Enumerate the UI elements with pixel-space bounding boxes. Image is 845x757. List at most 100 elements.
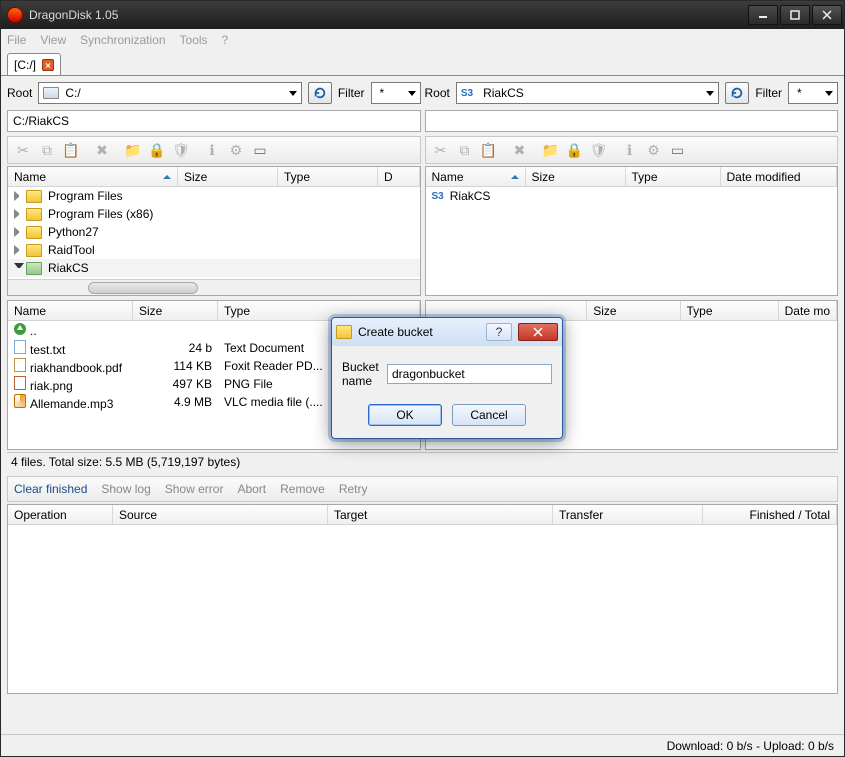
col-name[interactable]: Name <box>14 170 46 184</box>
fcol-type[interactable]: Type <box>224 304 250 318</box>
col-type[interactable]: Type <box>278 167 378 186</box>
app-icon <box>7 7 23 23</box>
expand-icon[interactable] <box>14 263 24 273</box>
folder-icon <box>26 226 42 239</box>
fcol-size[interactable]: Size <box>139 304 162 318</box>
tcol-finished[interactable]: Finished / Total <box>703 505 837 524</box>
show-error-button[interactable]: Show error <box>165 482 224 496</box>
folder-icon <box>26 208 42 221</box>
menu-file[interactable]: File <box>7 33 26 47</box>
col-type[interactable]: Type <box>626 167 721 186</box>
file-icon <box>14 358 26 372</box>
bucket-name-input[interactable] <box>387 364 552 384</box>
cut-icon[interactable]: ✂ <box>430 139 452 161</box>
filter-combo-left-value: * <box>376 86 408 100</box>
retry-button[interactable]: Retry <box>339 482 368 496</box>
tree-left: Name Size Type D Program FilesProgram Fi… <box>7 166 421 296</box>
maximize-button[interactable] <box>780 5 810 25</box>
fcol-date[interactable]: Date mo <box>785 304 830 318</box>
close-button[interactable] <box>812 5 842 25</box>
folder-icon <box>26 190 42 203</box>
root-combo-right[interactable]: S3 RiakCS <box>456 82 719 104</box>
root-combo-left[interactable]: C:/ <box>38 82 301 104</box>
address-left[interactable]: C:/RiakCS <box>7 110 421 132</box>
fcol-size[interactable]: Size <box>593 304 616 318</box>
new-folder-icon[interactable]: 📁 <box>122 139 144 161</box>
new-folder-icon[interactable]: 📁 <box>540 139 562 161</box>
dialog-close-button[interactable] <box>518 323 558 341</box>
menu-synchronization[interactable]: Synchronization <box>80 33 165 47</box>
filter-label-right: Filter <box>755 86 782 100</box>
tree-body-left[interactable]: Program FilesProgram Files (x86)Python27… <box>8 187 420 279</box>
expand-icon[interactable] <box>14 245 24 255</box>
col-size[interactable]: Size <box>526 167 626 186</box>
tree-item[interactable]: RaidTool <box>8 241 420 259</box>
cut-icon[interactable]: ✂ <box>12 139 34 161</box>
delete-icon[interactable]: ✖ <box>91 139 113 161</box>
lock-icon[interactable]: 🔒 <box>564 139 586 161</box>
tree-item[interactable]: Program Files <box>8 187 420 205</box>
paste-icon[interactable]: 📋 <box>60 139 82 161</box>
dialog-title-bar[interactable]: Create bucket ? <box>332 318 562 346</box>
tab-c-drive[interactable]: [C:/] <box>7 53 61 75</box>
paste-icon[interactable]: 📋 <box>478 139 500 161</box>
fcol-type[interactable]: Type <box>687 304 713 318</box>
properties-icon[interactable]: ℹ <box>619 139 641 161</box>
abort-button[interactable]: Abort <box>237 482 266 496</box>
filter-combo-left[interactable]: * <box>371 82 421 104</box>
menu-view[interactable]: View <box>40 33 66 47</box>
refresh-button-right[interactable] <box>725 82 749 104</box>
folder-icon <box>26 244 42 257</box>
task-toolbar: Clear finished Show log Show error Abort… <box>7 476 838 502</box>
view-icon[interactable]: ▭ <box>249 139 271 161</box>
clear-finished-button[interactable]: Clear finished <box>14 482 87 496</box>
delete-icon[interactable]: ✖ <box>509 139 531 161</box>
tree-item[interactable]: S3RiakCS <box>426 187 838 205</box>
chevron-down-icon <box>408 91 416 96</box>
col-date[interactable]: D <box>378 167 420 186</box>
h-scrollbar-left[interactable] <box>8 279 420 295</box>
file-icon <box>14 394 26 408</box>
menu-bar: File View Synchronization Tools ? <box>1 29 844 51</box>
fcol-name[interactable]: Name <box>14 304 46 318</box>
copy-icon[interactable]: ⧉ <box>36 139 58 161</box>
tree-body-right[interactable]: S3RiakCS <box>426 187 838 295</box>
refresh-button-left[interactable] <box>308 82 332 104</box>
tree-item[interactable]: Python27 <box>8 223 420 241</box>
lock-icon[interactable]: 🔒 <box>146 139 168 161</box>
permissions-icon[interactable]: 🛡 <box>588 139 610 161</box>
tree-item[interactable]: Program Files (x86) <box>8 205 420 223</box>
tcol-operation[interactable]: Operation <box>8 505 113 524</box>
col-size[interactable]: Size <box>178 167 278 186</box>
cancel-button[interactable]: Cancel <box>452 404 526 426</box>
tab-close-icon[interactable] <box>42 59 54 71</box>
menu-tools[interactable]: Tools <box>180 33 208 47</box>
col-name[interactable]: Name <box>432 170 464 184</box>
tree-item[interactable]: RiakCS <box>8 259 420 277</box>
settings-icon[interactable]: ⚙ <box>643 139 665 161</box>
ok-button[interactable]: OK <box>368 404 442 426</box>
minimize-button[interactable] <box>748 5 778 25</box>
address-right[interactable] <box>425 110 839 132</box>
expand-icon[interactable] <box>14 227 24 237</box>
show-log-button[interactable]: Show log <box>101 482 150 496</box>
settings-icon[interactable]: ⚙ <box>225 139 247 161</box>
permissions-icon[interactable]: 🛡 <box>170 139 192 161</box>
s3-icon: S3 <box>461 88 473 99</box>
tcol-target[interactable]: Target <box>328 505 553 524</box>
root-combo-left-value: C:/ <box>61 86 288 100</box>
tree-item[interactable]: Ruby193 <box>8 277 420 279</box>
menu-help[interactable]: ? <box>222 33 229 47</box>
dialog-help-button[interactable]: ? <box>486 323 512 341</box>
properties-icon[interactable]: ℹ <box>201 139 223 161</box>
tree-item-label: RiakCS <box>450 189 491 203</box>
col-date[interactable]: Date modified <box>721 167 838 186</box>
tcol-source[interactable]: Source <box>113 505 328 524</box>
remove-button[interactable]: Remove <box>280 482 325 496</box>
expand-icon[interactable] <box>14 191 24 201</box>
tcol-transfer[interactable]: Transfer <box>553 505 703 524</box>
view-icon[interactable]: ▭ <box>667 139 689 161</box>
expand-icon[interactable] <box>14 209 24 219</box>
filter-combo-right[interactable]: * <box>788 82 838 104</box>
copy-icon[interactable]: ⧉ <box>454 139 476 161</box>
